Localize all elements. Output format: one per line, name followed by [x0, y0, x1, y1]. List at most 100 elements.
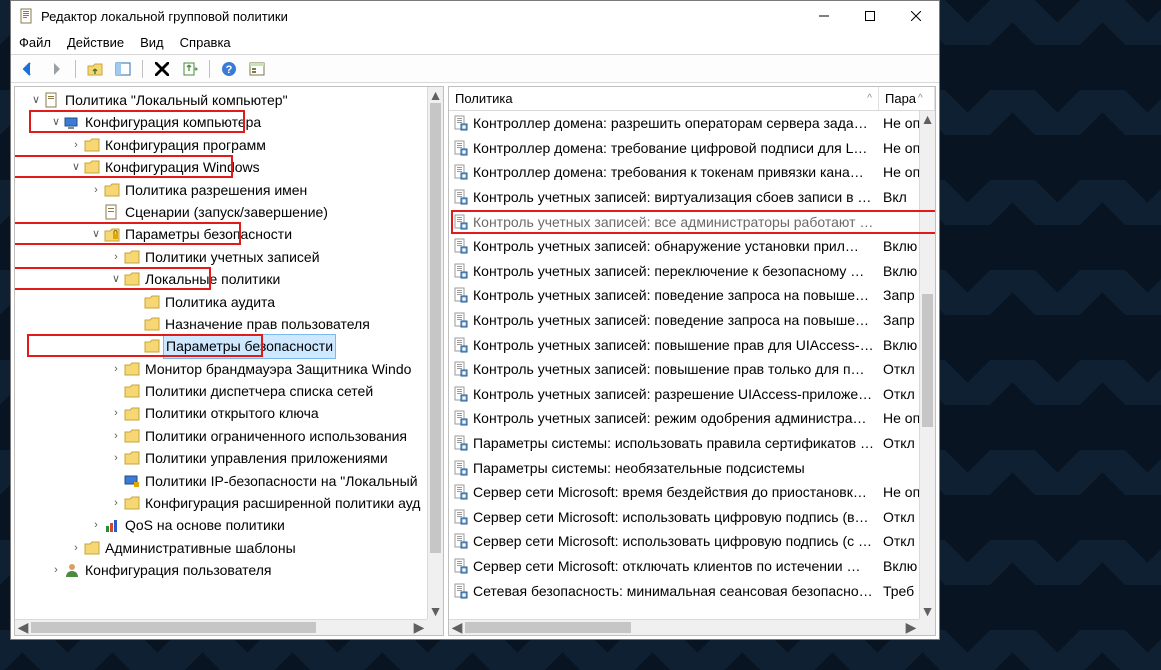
policy-row[interactable]: Сетевая безопасность: минимальная сеансо… [449, 578, 935, 603]
policy-item-icon [449, 263, 473, 279]
tree-netlist[interactable]: Политики диспетчера списка сетей [17, 380, 443, 402]
back-button[interactable] [17, 58, 39, 80]
tree-admin-templates[interactable]: › Административные шаблоны [17, 537, 443, 559]
policy-row[interactable]: Контроль учетных записей: режим одобрени… [449, 406, 935, 431]
expand-icon[interactable]: ∨ [49, 111, 63, 133]
scroll-up-icon[interactable]: ▲ [920, 111, 935, 127]
expand-icon[interactable]: › [109, 246, 123, 268]
expand-icon[interactable]: › [49, 559, 63, 581]
scroll-thumb[interactable] [430, 103, 441, 553]
delete-button[interactable] [151, 58, 173, 80]
policy-row[interactable]: Контроль учетных записей: поведение запр… [449, 308, 935, 333]
policy-row[interactable]: Контроллер домена: требования к токенам … [449, 160, 935, 185]
policy-list-pane[interactable]: Политика^ Пара^ Контроллер домена: разре… [448, 86, 936, 636]
up-button[interactable] [84, 58, 106, 80]
expand-icon[interactable]: › [109, 402, 123, 424]
lock-folder-icon [103, 227, 121, 243]
expand-icon[interactable]: › [109, 447, 123, 469]
expand-icon[interactable]: › [89, 514, 103, 536]
menu-view[interactable]: Вид [140, 35, 164, 50]
list-scrollbar-vertical[interactable]: ▲ ▼ [919, 111, 935, 619]
forward-button[interactable] [45, 58, 67, 80]
column-parameter[interactable]: Пара^ [879, 87, 935, 110]
close-button[interactable] [893, 1, 939, 31]
policy-row[interactable]: Контроль учетных записей: обнаружение ус… [449, 234, 935, 259]
expand-icon[interactable]: › [89, 179, 103, 201]
tree-scrollbar-horizontal[interactable]: ◀ ▶ [15, 619, 427, 635]
menu-file[interactable]: Файл [19, 35, 51, 50]
policy-row[interactable]: Контроллер домена: разрешить операторам … [449, 111, 935, 136]
expand-icon[interactable]: ∨ [109, 268, 123, 290]
tree-pane[interactable]: ∨ Политика "Локальный компьютер" ∨ Конфи… [14, 86, 444, 636]
list-scrollbar-horizontal[interactable]: ◀ ▶ [449, 619, 919, 635]
policy-row[interactable]: Контроль учетных записей: переключение к… [449, 259, 935, 284]
tree-audit-policy[interactable]: Политика аудита [17, 291, 443, 313]
tree-app-control[interactable]: › Политики управления приложениями [17, 447, 443, 469]
policy-row[interactable]: Контроль учетных записей: повышение прав… [449, 332, 935, 357]
menu-help[interactable]: Справка [180, 35, 231, 50]
expand-icon[interactable]: › [69, 537, 83, 559]
menu-action[interactable]: Действие [67, 35, 124, 50]
policy-tree[interactable]: ∨ Политика "Локальный компьютер" ∨ Конфи… [15, 87, 443, 582]
tree-security-options[interactable]: Параметры безопасности [17, 335, 443, 357]
tree-windows-settings[interactable]: ∨ Конфигурация Windows [17, 156, 443, 178]
policy-name: Контроллер домена: требование цифровой п… [473, 140, 879, 156]
scroll-thumb[interactable] [922, 294, 933, 427]
tree-software-settings[interactable]: › Конфигурация программ [17, 134, 443, 156]
expand-icon[interactable]: › [109, 425, 123, 447]
scroll-left-icon[interactable]: ◀ [15, 619, 31, 636]
tree-user-rights[interactable]: Назначение прав пользователя [17, 313, 443, 335]
tree-public-key[interactable]: › Политики открытого ключа [17, 402, 443, 424]
policy-row[interactable]: Сервер сети Microsoft: использовать цифр… [449, 529, 935, 554]
policy-row[interactable]: Параметры системы: использовать правила … [449, 431, 935, 456]
policy-row[interactable]: Контроль учетных записей: все администра… [449, 209, 935, 234]
scroll-right-icon[interactable]: ▶ [411, 619, 427, 636]
expand-icon[interactable]: ∨ [29, 89, 43, 111]
scroll-thumb[interactable] [31, 622, 316, 633]
tree-computer-config[interactable]: ∨ Конфигурация компьютера [17, 111, 443, 133]
tree-root[interactable]: ∨ Политика "Локальный компьютер" [17, 89, 443, 111]
tree-account-policies[interactable]: › Политики учетных записей [17, 246, 443, 268]
scroll-left-icon[interactable]: ◀ [449, 619, 465, 636]
expand-icon[interactable]: ∨ [69, 156, 83, 178]
policy-row[interactable]: Контроль учетных записей: повышение прав… [449, 357, 935, 382]
column-policy[interactable]: Политика^ [449, 87, 879, 110]
tree-name-resolution[interactable]: › Политика разрешения имен [17, 179, 443, 201]
scroll-down-icon[interactable]: ▼ [428, 603, 443, 619]
tree-user-config[interactable]: › Конфигурация пользователя [17, 559, 443, 581]
scroll-down-icon[interactable]: ▼ [920, 603, 935, 619]
policy-row[interactable]: Контроль учетных записей: поведение запр… [449, 283, 935, 308]
policy-row[interactable]: Сервер сети Microsoft: время бездействия… [449, 480, 935, 505]
expand-icon[interactable]: › [109, 492, 123, 514]
maximize-button[interactable] [847, 1, 893, 31]
list-header[interactable]: Политика^ Пара^ [449, 87, 935, 111]
filter-button[interactable] [246, 58, 268, 80]
show-hide-tree-button[interactable] [112, 58, 134, 80]
policy-row[interactable]: Контроллер домена: требование цифровой п… [449, 136, 935, 161]
policy-row[interactable]: Параметры системы: необязательные подсис… [449, 455, 935, 480]
scroll-thumb[interactable] [465, 622, 631, 633]
expand-icon[interactable]: ∨ [89, 223, 103, 245]
policy-row[interactable]: Контроль учетных записей: виртуализация … [449, 185, 935, 210]
policy-list[interactable]: Контроллер домена: разрешить операторам … [449, 111, 935, 635]
scroll-up-icon[interactable]: ▲ [428, 87, 443, 103]
tree-firewall[interactable]: › Монитор брандмауэра Защитника Windo [17, 358, 443, 380]
policy-row[interactable]: Сервер сети Microsoft: отключать клиенто… [449, 554, 935, 579]
tree-qos[interactable]: › QoS на основе политики [17, 514, 443, 536]
expand-icon[interactable]: › [109, 358, 123, 380]
help-button[interactable]: ? [218, 58, 240, 80]
export-button[interactable] [179, 58, 201, 80]
policy-row[interactable]: Сервер сети Microsoft: использовать цифр… [449, 505, 935, 530]
tree-scrollbar-vertical[interactable]: ▲ ▼ [427, 87, 443, 619]
expand-icon[interactable]: › [69, 134, 83, 156]
tree-scripts[interactable]: Сценарии (запуск/завершение) [17, 201, 443, 223]
titlebar[interactable]: Редактор локальной групповой политики [11, 1, 939, 31]
scroll-right-icon[interactable]: ▶ [903, 619, 919, 636]
tree-ipsec[interactable]: Политики IP-безопасности на "Локальный [17, 470, 443, 492]
minimize-button[interactable] [801, 1, 847, 31]
tree-software-restriction[interactable]: › Политики ограниченного использования [17, 425, 443, 447]
tree-adv-audit[interactable]: › Конфигурация расширенной политики ауд [17, 492, 443, 514]
tree-security-settings[interactable]: ∨ Параметры безопасности [17, 223, 443, 245]
tree-local-policies[interactable]: ∨ Локальные политики [17, 268, 443, 290]
policy-row[interactable]: Контроль учетных записей: разрешение UIA… [449, 382, 935, 407]
